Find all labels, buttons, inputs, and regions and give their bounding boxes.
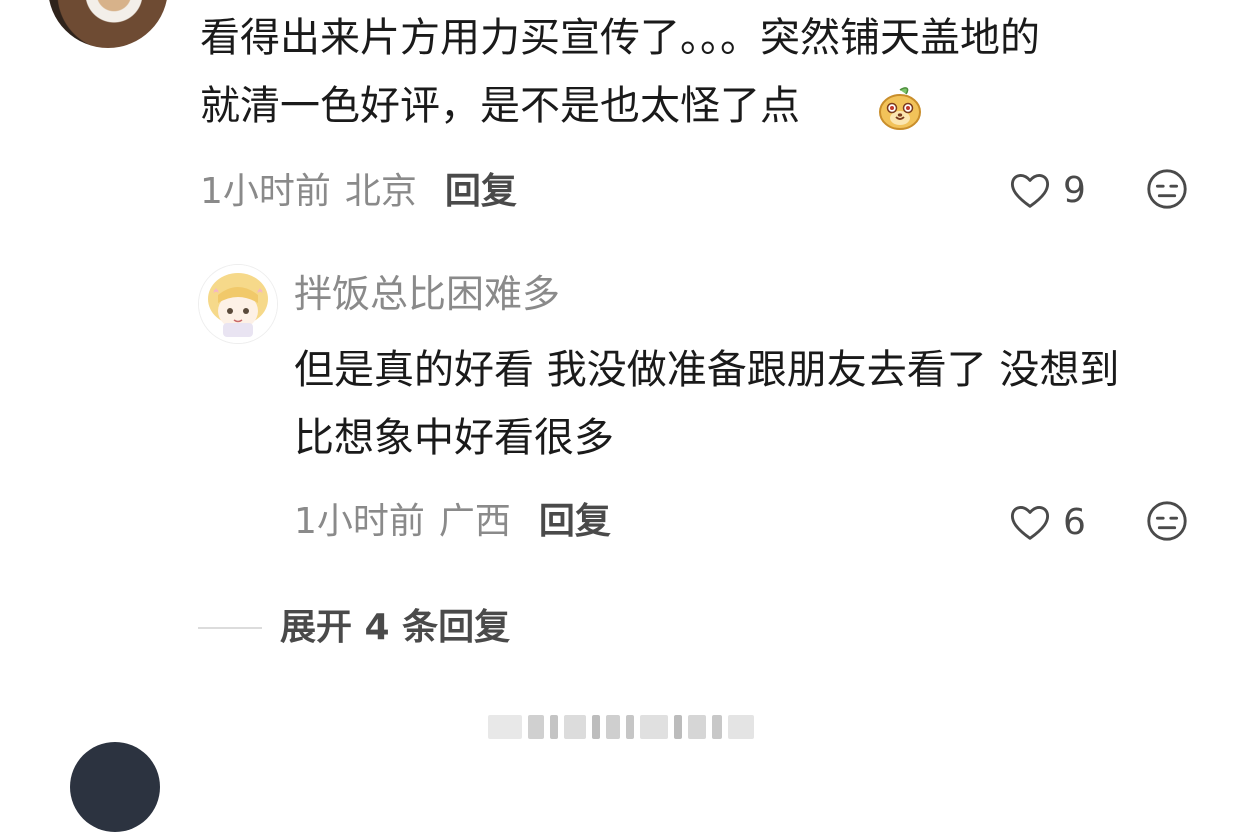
heart-outline-icon — [1010, 174, 1050, 208]
reply-location: 广西 — [438, 501, 511, 542]
reply-avatar[interactable] — [198, 264, 278, 344]
fox-face-emoji-icon — [879, 87, 921, 130]
reply-like-button[interactable]: 6 — [1007, 500, 1086, 546]
reply-reply-button[interactable]: 回复 — [539, 502, 611, 542]
meh-face-icon[interactable] — [1144, 498, 1190, 544]
comment-location: 北京 — [344, 171, 417, 212]
reply-like-count: 6 — [1063, 502, 1086, 543]
comment-like-button[interactable]: 9 — [1007, 168, 1086, 214]
comment-reply-button[interactable]: 回复 — [445, 172, 517, 212]
expand-replies[interactable]: 展开 4 条回复 — [198, 608, 510, 648]
meh-face-icon[interactable] — [1144, 166, 1190, 212]
reply-meta: 1小时前 广西 回复 — [294, 502, 611, 542]
reply-username[interactable]: 拌饭总比困难多 — [294, 272, 560, 316]
divider — [198, 627, 262, 629]
comment-time: 1小时前 — [200, 171, 331, 212]
comment-meta: 1小时前 北京 回复 — [200, 172, 517, 212]
reply-text: 但是真的好看 我没做准备跟朋友去看了 没想到 比想象中好看很多 — [294, 347, 1120, 461]
comment-like-count: 9 — [1063, 170, 1086, 211]
heart-outline-icon — [1010, 506, 1050, 540]
anime-girl-avatar-icon — [199, 265, 277, 343]
watermark-strip — [488, 711, 768, 743]
comment-body: 看得出来片方用力买宣传了。。。突然铺天盖地的 就清一色好评，是不是也太怪了点 — [200, 4, 1240, 140]
reply-time: 1小时前 — [294, 501, 425, 542]
commenter-avatar[interactable] — [48, 0, 168, 48]
expand-replies-label[interactable]: 展开 4 条回复 — [280, 608, 510, 648]
